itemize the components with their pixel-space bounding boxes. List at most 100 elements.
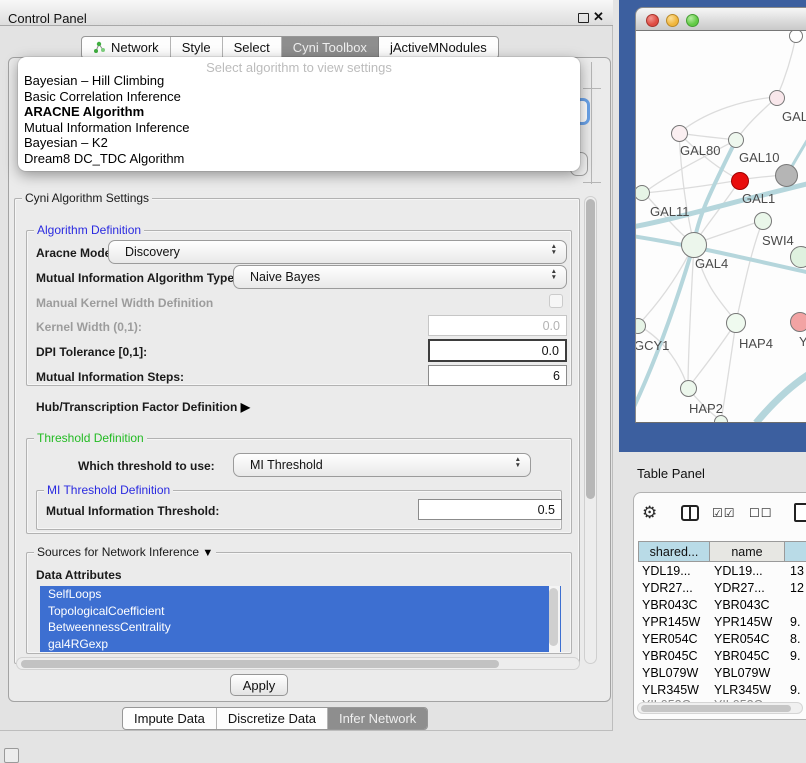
node-gal-partial[interactable]: [769, 90, 785, 106]
dropdown-item-bayesian-k2[interactable]: Bayesian – K2: [24, 135, 108, 150]
tab-infer-network[interactable]: Infer Network: [328, 708, 427, 729]
node-gal4[interactable]: [681, 232, 707, 258]
dpi-tolerance-field[interactable]: 0.0: [428, 339, 567, 362]
table-cell[interactable]: YDL19...: [642, 564, 691, 578]
tab-impute-data[interactable]: Impute Data: [123, 708, 217, 729]
table-cell[interactable]: 9.: [790, 615, 800, 629]
kernel-width-label: Kernel Width (0,1):: [36, 320, 142, 334]
dropdown-item-dream8[interactable]: Dream8 DC_TDC Algorithm: [24, 151, 184, 166]
table-cell[interactable]: YLR345W: [642, 683, 699, 697]
attribute-betweennesscentrality[interactable]: BetweennessCentrality: [40, 619, 561, 636]
manual-kernel-checkbox[interactable]: [549, 294, 563, 308]
table-cell[interactable]: YBL079W: [714, 666, 770, 680]
table-cell[interactable]: YBR045C: [642, 649, 698, 663]
tab-cyni-toolbox[interactable]: Cyni Toolbox: [282, 37, 379, 58]
mi-steps-field[interactable]: 6: [428, 365, 567, 386]
tab-jactivemnodules[interactable]: jActiveMNodules: [379, 37, 498, 58]
settings-horizontal-scrollbar-thumb[interactable]: [21, 660, 499, 668]
table-horizontal-scrollbar[interactable]: [637, 702, 803, 714]
mi-threshold-label: Mutual Information Threshold:: [46, 504, 219, 518]
split-columns-icon[interactable]: [681, 505, 699, 521]
table-cell[interactable]: YBR043C: [642, 598, 698, 612]
dropdown-item-aracne[interactable]: ARACNE Algorithm: [24, 104, 144, 119]
attribute-gal4rgexp[interactable]: gal4RGexp: [40, 636, 561, 653]
tab-select[interactable]: Select: [223, 37, 282, 58]
table-cell[interactable]: 13: [790, 564, 804, 578]
table-cell[interactable]: 12: [790, 581, 804, 595]
data-attributes-list[interactable]: SelfLoops TopologicalCoefficient Between…: [40, 586, 561, 652]
aracne-mode-combobox[interactable]: Discovery ▲▼: [108, 240, 567, 264]
node-gal1-selected[interactable]: [731, 172, 749, 190]
table-cell[interactable]: YDR27...: [714, 581, 765, 595]
float-panel-icon[interactable]: [578, 13, 589, 23]
table-cell[interactable]: YLR345W: [714, 683, 771, 697]
node-label-gal10: GAL10: [739, 150, 779, 165]
stepper-icon: ▲▼: [551, 244, 557, 255]
network-edges: [636, 31, 806, 423]
mi-threshold-field[interactable]: 0.5: [418, 499, 562, 520]
mi-type-combobox[interactable]: Naive Bayes ▲▼: [233, 265, 567, 289]
table-cell[interactable]: YDL19...: [714, 564, 763, 578]
node-swi4[interactable]: [754, 212, 772, 230]
stepper-icon: ▲▼: [515, 457, 521, 468]
attribute-topologicalcoefficient[interactable]: TopologicalCoefficient: [40, 603, 561, 620]
document-icon[interactable]: [794, 503, 806, 522]
control-panel-titlebar: [0, 0, 613, 26]
table-cell[interactable]: YER054C: [642, 632, 698, 646]
attributes-scrollbar[interactable]: [549, 586, 560, 652]
settings-vertical-scrollbar[interactable]: [584, 196, 597, 664]
manual-kernel-label: Manual Kernel Width Definition: [36, 296, 213, 310]
close-panel-icon[interactable]: ✕: [593, 9, 604, 25]
column-header-shared[interactable]: shared...: [638, 541, 710, 562]
minimized-panel-icon[interactable]: [4, 748, 19, 763]
kernel-width-field[interactable]: 0.0: [428, 315, 567, 336]
checked-columns-icon[interactable]: ☑☑: [712, 506, 736, 520]
table-cell[interactable]: 9.: [790, 649, 800, 663]
node-salmon[interactable]: [790, 312, 806, 332]
sources-title[interactable]: Sources for Network Inference ▼: [34, 545, 216, 559]
table-cell[interactable]: YDR27...: [642, 581, 693, 595]
node-gal10[interactable]: [728, 132, 744, 148]
node-right-green[interactable]: [790, 246, 806, 268]
table-cell[interactable]: YBR043C: [714, 598, 770, 612]
node-gray[interactable]: [775, 164, 798, 187]
close-window-icon[interactable]: [646, 14, 659, 27]
node-gal80[interactable]: [671, 125, 688, 142]
dropdown-item-bayesian-hill-climbing[interactable]: Bayesian – Hill Climbing: [24, 73, 164, 88]
table-cell[interactable]: YPR145W: [642, 615, 700, 629]
collapse-down-icon: ▼: [202, 547, 213, 559]
tab-style[interactable]: Style: [171, 37, 223, 58]
column-header-partial[interactable]: [785, 541, 806, 562]
table-cell[interactable]: YPR145W: [714, 615, 772, 629]
aracne-mode-label: Aracne Mode:: [36, 246, 115, 260]
node-bottom-green[interactable]: [714, 415, 728, 423]
table-cell[interactable]: 9.: [790, 683, 800, 697]
tab-impute-data-label: Impute Data: [134, 711, 205, 726]
column-header-name[interactable]: name: [710, 541, 785, 562]
table-cell[interactable]: 8.: [790, 632, 800, 646]
dropdown-item-basic-correlation[interactable]: Basic Correlation Inference: [24, 89, 181, 104]
table-horizontal-scrollbar-thumb[interactable]: [641, 705, 791, 712]
hub-definition-expander[interactable]: Hub/Transcription Factor Definition ▶: [36, 400, 250, 414]
table-cell[interactable]: YBR045C: [714, 649, 770, 663]
network-canvas[interactable]: GAL GAL80 GAL10 GAL1 GAL11 SWI4 GAL4 GCY…: [635, 31, 806, 423]
apply-button[interactable]: Apply: [230, 674, 288, 696]
node-hap4[interactable]: [726, 313, 746, 333]
table-cell[interactable]: YER054C: [714, 632, 770, 646]
tab-network[interactable]: Network: [82, 37, 171, 58]
attributes-scrollbar-thumb[interactable]: [549, 588, 558, 646]
network-window-titlebar[interactable]: [635, 7, 806, 31]
settings-horizontal-scrollbar[interactable]: [16, 657, 580, 670]
attribute-selfloops[interactable]: SelfLoops: [40, 586, 561, 603]
zoom-window-icon[interactable]: [686, 14, 699, 27]
which-threshold-combobox[interactable]: MI Threshold ▲▼: [233, 453, 531, 477]
node-hap2[interactable]: [680, 380, 697, 397]
tab-discretize-data[interactable]: Discretize Data: [217, 708, 328, 729]
gear-icon[interactable]: ⚙: [642, 504, 657, 521]
node-label-gal4: GAL4: [695, 256, 728, 271]
dropdown-item-mutual-information[interactable]: Mutual Information Inference: [24, 120, 189, 135]
settings-vertical-scrollbar-thumb[interactable]: [586, 199, 595, 499]
table-cell[interactable]: YBL079W: [642, 666, 698, 680]
minimize-window-icon[interactable]: [666, 14, 679, 27]
unchecked-columns-icon[interactable]: ☐☐: [749, 506, 773, 520]
